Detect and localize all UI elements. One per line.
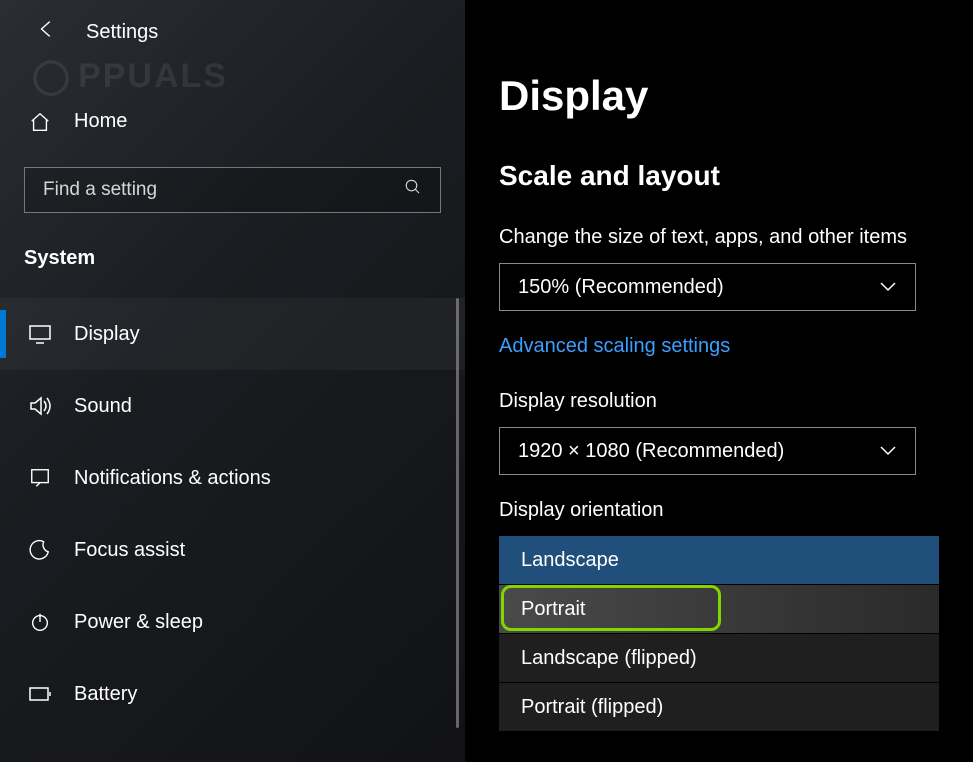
orientation-dropdown-open[interactable]: Landscape Portrait Landscape (flipped) P… [499, 536, 939, 731]
nav-item-notifications[interactable]: Notifications & actions [0, 442, 465, 514]
power-icon [28, 611, 52, 633]
back-button[interactable] [36, 18, 58, 46]
notifications-icon [28, 467, 52, 489]
category-label: System [0, 213, 465, 282]
nav-item-sound[interactable]: Sound [0, 370, 465, 442]
orientation-option-landscape[interactable]: Landscape [499, 536, 939, 584]
orientation-option-landscape-flipped[interactable]: Landscape (flipped) [499, 634, 939, 682]
display-icon [28, 324, 52, 344]
page-title: Display [499, 72, 939, 120]
resolution-dropdown[interactable]: 1920 × 1080 (Recommended) [499, 427, 916, 475]
resolution-value: 1920 × 1080 (Recommended) [518, 440, 784, 463]
nav-item-label: Display [74, 323, 140, 346]
resolution-label: Display resolution [499, 390, 939, 413]
home-label: Home [74, 110, 127, 133]
window-title: Settings [86, 21, 158, 44]
battery-icon [28, 686, 52, 702]
nav-item-power-sleep[interactable]: Power & sleep [0, 586, 465, 658]
nav-item-battery[interactable]: Battery [0, 658, 465, 730]
section-title: Scale and layout [499, 160, 939, 192]
nav-item-label: Power & sleep [74, 611, 203, 634]
advanced-scaling-link[interactable]: Advanced scaling settings [499, 335, 730, 358]
orientation-option-portrait[interactable]: Portrait [499, 585, 939, 633]
nav-item-label: Battery [74, 683, 137, 706]
nav-item-label: Focus assist [74, 539, 185, 562]
nav-item-label: Sound [74, 395, 132, 418]
scale-label: Change the size of text, apps, and other… [499, 226, 939, 249]
focus-assist-icon [28, 539, 52, 561]
nav-list: Display Sound Notifications & actions Fo… [0, 298, 465, 730]
scale-value: 150% (Recommended) [518, 276, 724, 299]
nav-item-label: Notifications & actions [74, 467, 271, 490]
orientation-option-portrait-flipped[interactable]: Portrait (flipped) [499, 683, 939, 731]
search-box[interactable] [24, 167, 441, 213]
chevron-down-icon [879, 445, 897, 457]
search-input[interactable] [43, 179, 404, 201]
nav-item-display[interactable]: Display [0, 298, 465, 370]
scale-dropdown[interactable]: 150% (Recommended) [499, 263, 916, 311]
sound-icon [28, 395, 52, 417]
orientation-label: Display orientation [499, 499, 939, 522]
nav-item-focus-assist[interactable]: Focus assist [0, 514, 465, 586]
main-panel: Display Scale and layout Change the size… [465, 0, 973, 762]
home-icon [28, 111, 52, 133]
search-icon [404, 178, 422, 202]
chevron-down-icon [879, 281, 897, 293]
home-nav[interactable]: Home [0, 84, 465, 155]
settings-sidebar: ◯PPUALS Settings Home System Display [0, 0, 465, 762]
